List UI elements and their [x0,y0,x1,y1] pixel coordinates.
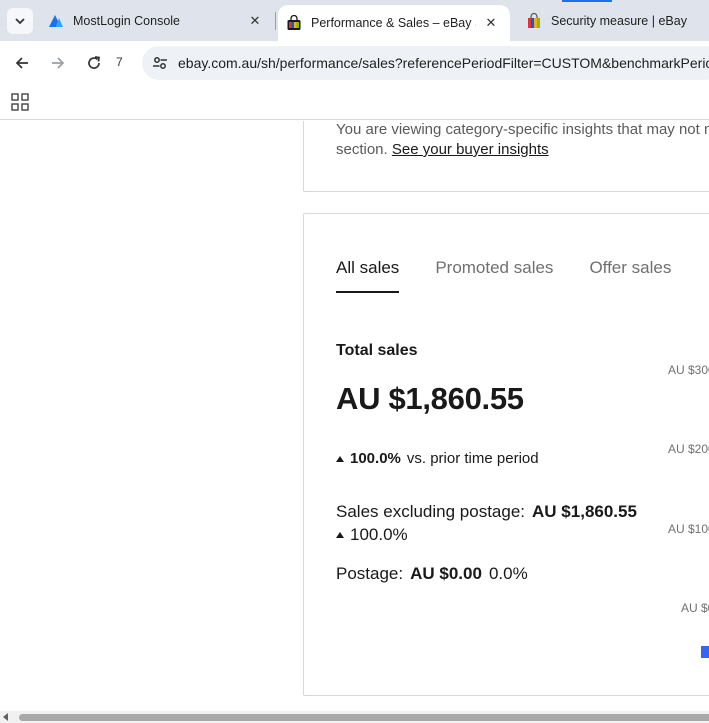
sales-tabs: All sales Promoted sales Offer sales [336,258,707,293]
apps-grid-icon[interactable] [11,93,29,111]
tab-promoted-sales[interactable]: Promoted sales [435,258,553,293]
insights-notice-card: You are viewing category-specific insigh… [303,121,709,192]
scroll-left-icon[interactable] [3,713,8,721]
change-percent: 100.0% [350,525,408,544]
value: AU $0.00 [410,564,482,583]
chart-legend-swatch [701,646,709,658]
sales-card: All sales Promoted sales Offer sales Tot… [303,213,709,696]
triangle-up-icon [336,455,344,462]
tab-title: MostLogin Console [73,13,181,28]
total-sales-amount: AU $1,860.55 [336,381,524,416]
sales-excluding-postage: Sales excluding postage: AU $1,860.55 [336,502,637,522]
insights-notice: You are viewing category-specific insigh… [336,121,709,160]
change-percent: 0.0% [488,564,528,583]
change-text: vs. prior time period [406,450,539,467]
label: Postage: [336,564,404,583]
site-settings-icon[interactable] [150,53,170,73]
sales-change: 100.0% vs. prior time period [336,450,539,467]
reload-button[interactable] [81,50,107,76]
change-percent: 100.0% [350,450,401,467]
tab-bar: MostLogin Console ✕ Performance & Sales … [0,0,709,41]
tab-security-measure[interactable]: Security measure | eBay [516,0,709,41]
forward-button[interactable] [45,50,71,76]
notice-text: You are viewing category-specific insigh… [336,121,709,138]
ebay-shopping-bag-icon [526,12,542,29]
tab-title: Performance & Sales – eBay Seller Hub [311,16,476,30]
url-text: ebay.com.au/sh/performance/sales?referen… [178,55,709,71]
close-icon[interactable]: ✕ [482,14,500,32]
back-button[interactable] [9,50,35,76]
page-content: You are viewing category-specific insigh… [0,121,709,711]
tab-offer-sales[interactable]: Offer sales [589,258,671,293]
scrollbar-thumb[interactable] [19,714,709,721]
triangle-up-icon [336,532,344,538]
browser-toolbar: 7 ebay.com.au/sh/performance/sales?refer… [0,41,709,85]
close-icon[interactable]: ✕ [246,12,264,30]
tab-performance-sales[interactable]: Performance & Sales – eBay Seller Hub ✕ [278,5,510,41]
tab-search-button[interactable] [7,8,33,34]
mostlogin-logo-icon [48,13,64,29]
chevron-down-icon [15,18,25,25]
address-bar[interactable]: ebay.com.au/sh/performance/sales?referen… [142,46,709,80]
notice-text: section. [336,141,388,158]
tab-mostlogin[interactable]: MostLogin Console ✕ [40,0,272,41]
y-tick-label: AU $200 [668,442,709,456]
tab-all-sales[interactable]: All sales [336,258,400,293]
reload-icon [88,56,100,69]
tab-title: Security measure | eBay [551,13,687,28]
arrow-right-icon [52,57,65,69]
tab-separator [275,12,276,30]
y-tick-label: AU $100 [668,522,709,536]
postage-row: Postage: AU $0.00 0.0% [336,564,528,584]
sales-excluding-postage-change: 100.0% [336,525,408,545]
total-sales-title: Total sales [336,342,418,359]
horizontal-scrollbar[interactable] [0,711,709,723]
arrow-left-icon [15,57,28,69]
ebay-shopping-bag-icon [286,15,302,31]
label: Sales excluding postage: [336,502,526,521]
value: AU $1,860.55 [532,502,637,521]
buyer-insights-link[interactable]: See your buyer insights [392,141,549,158]
y-tick-label: AU $0 [681,601,709,615]
bookmarks-bar [0,85,709,120]
y-tick-label: AU $300 [668,363,709,377]
extension-badge-count[interactable]: 7 [116,55,123,69]
